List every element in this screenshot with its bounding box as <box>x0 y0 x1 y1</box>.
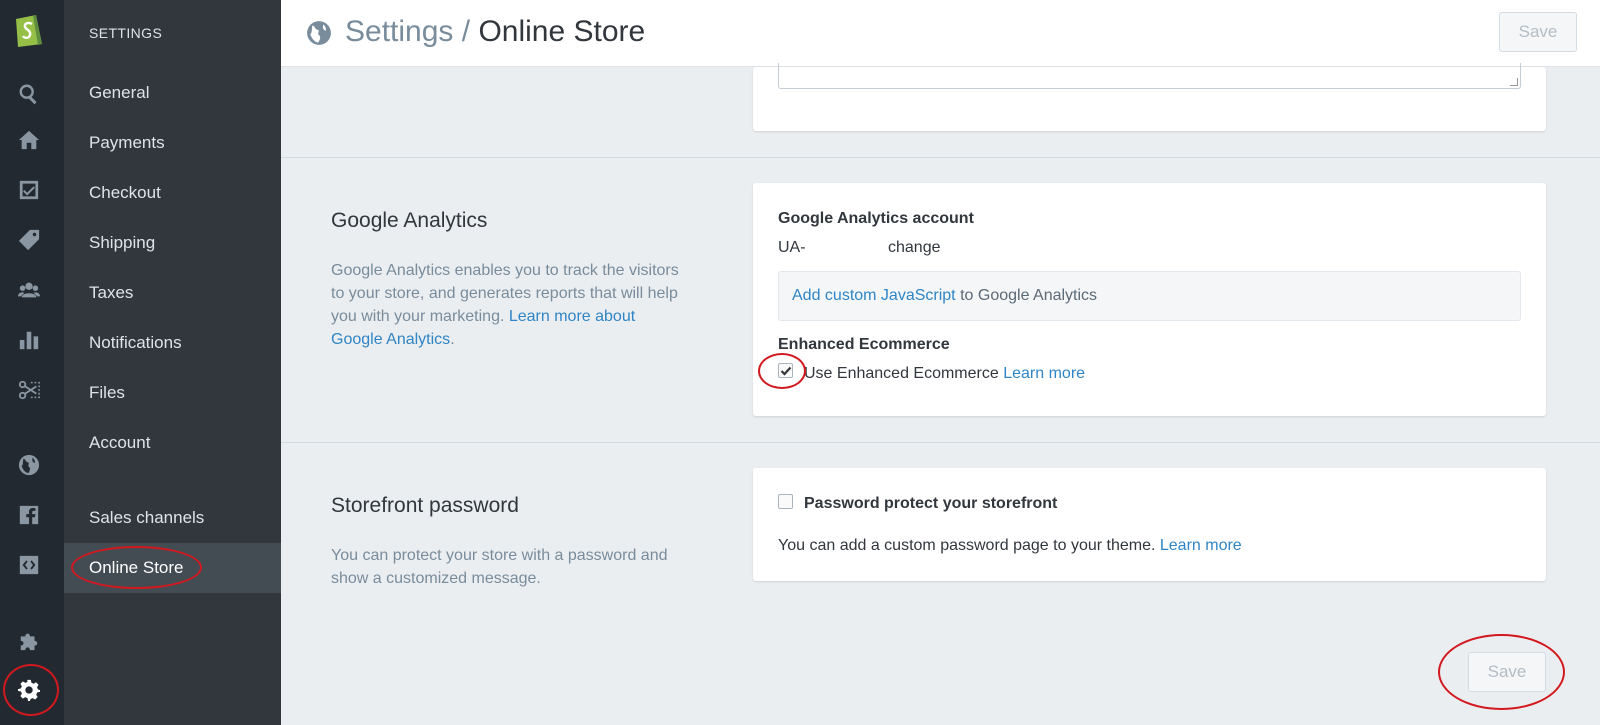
enhanced-learn-more-link[interactable]: Learn more <box>1003 365 1085 382</box>
page-header: Settings / Online Store Save <box>281 0 1600 67</box>
custom-js-box[interactable]: Add custom JavaScript to Google Analytic… <box>778 271 1521 321</box>
globe-icon[interactable] <box>16 452 42 478</box>
ga-card: Google Analytics account UA- change Add … <box>753 183 1546 416</box>
breadcrumb: Settings / Online Store <box>345 15 645 49</box>
storefront-learn-more-link[interactable]: Learn more <box>1160 537 1242 554</box>
storefront-card: Password protect your storefront You can… <box>753 468 1546 581</box>
search-icon[interactable] <box>16 81 42 107</box>
previous-section-card <box>753 63 1546 131</box>
storefront-section-description: You can protect your store with a passwo… <box>331 547 668 587</box>
sidebar-item-general[interactable]: General <box>64 68 281 118</box>
sidebar-item-shipping[interactable]: Shipping <box>64 218 281 268</box>
enhanced-ecommerce-checkbox[interactable] <box>778 363 793 378</box>
resize-handle[interactable] <box>1510 78 1518 86</box>
custom-js-suffix: to Google Analytics <box>960 287 1098 304</box>
sidebar-item-taxes[interactable]: Taxes <box>64 268 281 318</box>
facebook-icon[interactable] <box>16 502 42 528</box>
sidebar-item-payments[interactable]: Payments <box>64 118 281 168</box>
settings-sidebar: SETTINGS General Payments Checkout Shipp… <box>64 0 281 725</box>
ga-account-heading: Google Analytics account <box>778 210 974 227</box>
discounts-icon[interactable] <box>16 377 42 403</box>
password-protect-label[interactable]: Password protect your storefront <box>804 495 1057 513</box>
sidebar-item-sales-channels[interactable]: Sales channels <box>64 493 281 543</box>
sidebar-item-files[interactable]: Files <box>64 368 281 418</box>
ga-account-value: UA- <box>778 239 806 256</box>
breadcrumb-parent[interactable]: Settings <box>345 15 453 48</box>
buy-button-icon[interactable] <box>16 552 42 578</box>
ga-section-title: Google Analytics <box>331 209 488 232</box>
section-divider <box>281 157 1600 158</box>
sidebar-item-checkout[interactable]: Checkout <box>64 168 281 218</box>
storefront-section-title: Storefront password <box>331 494 519 517</box>
enhanced-ecommerce-heading: Enhanced Ecommerce <box>778 336 950 353</box>
storefront-note: You can add a custom password page to yo… <box>778 537 1242 555</box>
add-custom-js-link[interactable]: Add custom JavaScript <box>792 287 956 305</box>
enhanced-ecommerce-label: Use Enhanced Ecommerce Learn more <box>804 365 1085 383</box>
gear-icon[interactable] <box>16 677 42 703</box>
storefront-note-text: You can add a custom password page to yo… <box>778 537 1156 554</box>
section-divider <box>281 442 1600 443</box>
reports-icon[interactable] <box>16 327 42 353</box>
apps-icon[interactable] <box>16 627 42 653</box>
icon-rail <box>0 0 64 725</box>
sidebar-item-online-store[interactable]: Online Store <box>64 543 281 593</box>
breadcrumb-separator: / <box>461 15 471 48</box>
ga-change-link[interactable]: change <box>888 239 941 257</box>
home-icon[interactable] <box>16 127 42 153</box>
customers-icon[interactable] <box>16 277 42 303</box>
checkmark-icon <box>780 366 791 376</box>
orders-icon[interactable] <box>16 177 42 203</box>
sidebar-item-account[interactable]: Account <box>64 418 281 468</box>
page-title: Online Store <box>478 15 646 48</box>
password-protect-checkbox[interactable] <box>778 494 793 509</box>
footer-save-button[interactable]: Save <box>1468 652 1546 692</box>
ga-desc-end: . <box>450 331 455 348</box>
tag-icon[interactable] <box>16 227 42 253</box>
ga-section-description: Google Analytics enables you to track th… <box>331 259 691 351</box>
globe-icon <box>307 21 331 45</box>
sidebar-item-notifications[interactable]: Notifications <box>64 318 281 368</box>
header-save-button[interactable]: Save <box>1499 12 1577 52</box>
meta-description-textarea[interactable] <box>778 63 1521 89</box>
shopify-logo-icon[interactable] <box>12 10 46 48</box>
sidebar-heading: SETTINGS <box>89 25 163 41</box>
enhanced-ecommerce-text[interactable]: Use Enhanced Ecommerce <box>804 365 999 382</box>
